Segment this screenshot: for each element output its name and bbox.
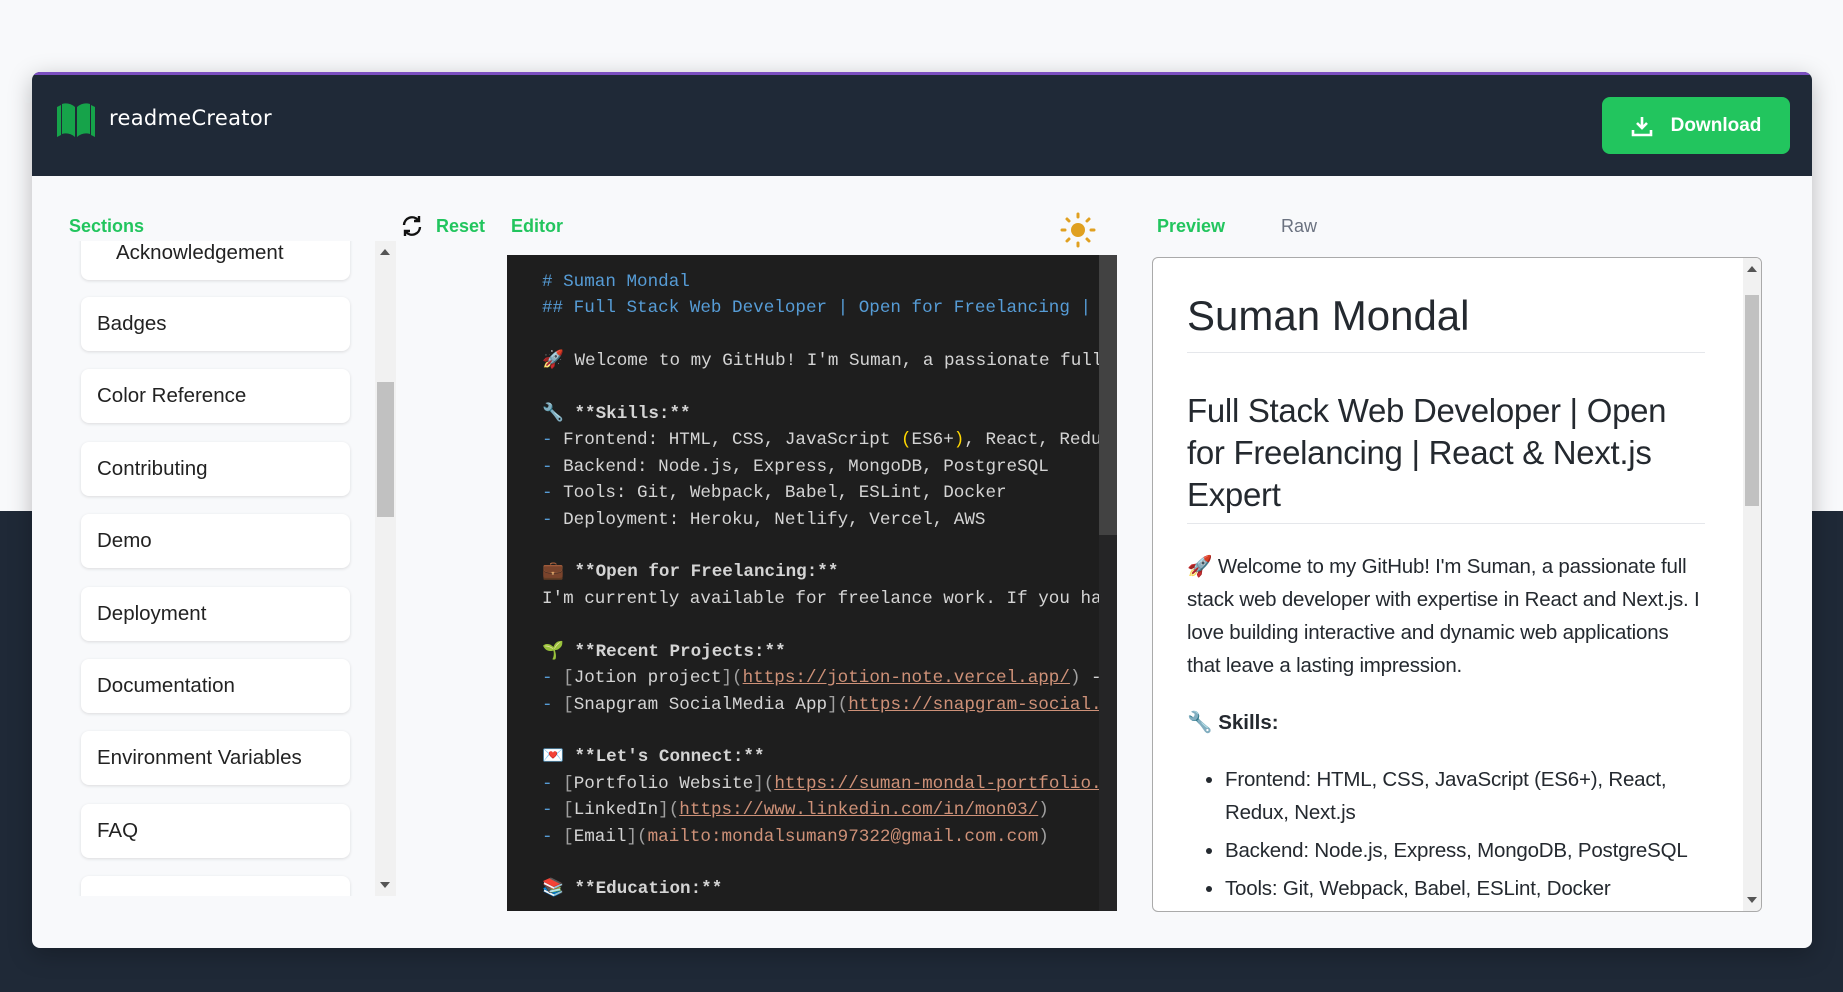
editor-line: 💼 **Open for Freelancing:**: [542, 562, 839, 583]
section-item[interactable]: Acknowledgement: [81, 241, 350, 280]
scroll-up-arrow-icon[interactable]: [380, 249, 390, 255]
scroll-down-arrow-icon[interactable]: [1747, 897, 1757, 903]
preview-h2: Full Stack Web Developer | Open for Free…: [1187, 390, 1705, 524]
editor-line: 🔧 **Skills:**: [542, 404, 691, 425]
editor-scrollbar-thumb[interactable]: [1099, 255, 1117, 535]
list-item: Backend: Node.js, Express, MongoDB, Post…: [1225, 834, 1705, 867]
app-card: readmeCreator Download Sections Reset Ed…: [32, 72, 1812, 948]
scrollbar-thumb[interactable]: [377, 382, 394, 517]
section-item[interactable]: Badges: [81, 297, 350, 351]
download-label: Download: [1670, 114, 1762, 136]
editor-line: - Deployment: Heroku, Netlify, Vercel, A…: [542, 509, 986, 530]
editor-line: - Backend: Node.js, Express, MongoDB, Po…: [542, 456, 1049, 477]
preview-skills-list: Frontend: HTML, CSS, JavaScript (ES6+), …: [1187, 763, 1705, 905]
editor-line: 🌱 **Recent Projects:**: [542, 641, 786, 662]
editor-line: 💌 **Let's Connect:**: [542, 747, 765, 768]
section-item[interactable]: Demo: [81, 514, 350, 568]
scroll-down-arrow-icon[interactable]: [380, 882, 390, 888]
section-item[interactable]: Environment Variables: [81, 731, 350, 785]
section-item[interactable]: Documentation: [81, 659, 350, 713]
app-title: readmeCreator: [109, 106, 272, 130]
preview-content: Suman Mondal Full Stack Web Developer | …: [1187, 258, 1705, 910]
book-logo-icon: [57, 103, 95, 137]
editor-line: 🚀 Welcome to my GitHub! I'm Suman, a pas…: [542, 351, 1103, 372]
list-item: Tools: Git, Webpack, Babel, ESLint, Dock…: [1225, 872, 1705, 905]
editor-line: - [Portfolio Website](https://suman-mond…: [542, 773, 1113, 794]
markdown-editor[interactable]: # Suman Mondal ## Full Stack Web Develope…: [507, 255, 1117, 911]
editor-code[interactable]: # Suman Mondal ## Full Stack Web Develope…: [542, 269, 1112, 903]
editor-line: - [Jotion project](https://jotion-note.v…: [542, 668, 1102, 689]
list-item: Frontend: HTML, CSS, JavaScript (ES6+), …: [1225, 763, 1705, 829]
scroll-up-arrow-icon[interactable]: [1747, 266, 1757, 272]
preview-skills-heading: 🔧 Skills:: [1187, 711, 1279, 734]
editor-line: - Frontend: HTML, CSS, JavaScript (ES6+)…: [542, 430, 1113, 451]
app-header: readmeCreator Download: [32, 72, 1812, 176]
section-item[interactable]: [81, 876, 350, 896]
download-button[interactable]: Download: [1602, 97, 1790, 154]
tab-raw[interactable]: Raw: [1281, 213, 1317, 239]
editor-line: - Tools: Git, Webpack, Babel, ESLint, Do…: [542, 483, 1007, 504]
editor-line: - [Email](mailto:mondalsuman97322@gmail.…: [542, 826, 1049, 847]
sections-scrollbar[interactable]: [375, 241, 396, 896]
editor-line: I'm currently available for freelance wo…: [542, 588, 1113, 609]
editor-line: # Suman Mondal: [542, 272, 690, 292]
reset-icon[interactable]: [400, 214, 424, 238]
sections-list: Acknowledgement Badges Color Reference C…: [69, 241, 359, 896]
theme-toggle-sun-icon[interactable]: [1060, 212, 1096, 248]
editor-line: - [LinkedIn](https://www.linkedin.com/in…: [542, 800, 1049, 821]
section-item[interactable]: FAQ: [81, 804, 350, 858]
editor-line: ## Full Stack Web Developer | Open for F…: [542, 298, 1113, 319]
editor-scrollbar[interactable]: [1099, 255, 1117, 911]
preview-scrollbar-thumb[interactable]: [1745, 295, 1759, 506]
tab-preview[interactable]: Preview: [1157, 213, 1225, 239]
section-item[interactable]: Deployment: [81, 587, 350, 641]
preview-intro: 🚀 Welcome to my GitHub! I'm Suman, a pas…: [1187, 555, 1700, 677]
reset-button[interactable]: Reset: [436, 213, 485, 239]
sections-heading: Sections: [69, 216, 145, 236]
tab-editor[interactable]: Editor: [511, 213, 563, 239]
preview-h1: Suman Mondal: [1187, 291, 1705, 353]
section-item[interactable]: Color Reference: [81, 369, 350, 423]
preview-scrollbar[interactable]: [1743, 258, 1761, 911]
editor-line: 📚 **Education:**: [542, 879, 723, 900]
editor-line: - [Snapgram SocialMedia App](https://sna…: [542, 694, 1113, 715]
download-icon: [1631, 116, 1652, 136]
markdown-preview: Suman Mondal Full Stack Web Developer | …: [1152, 257, 1762, 912]
section-item[interactable]: Contributing: [81, 442, 350, 496]
